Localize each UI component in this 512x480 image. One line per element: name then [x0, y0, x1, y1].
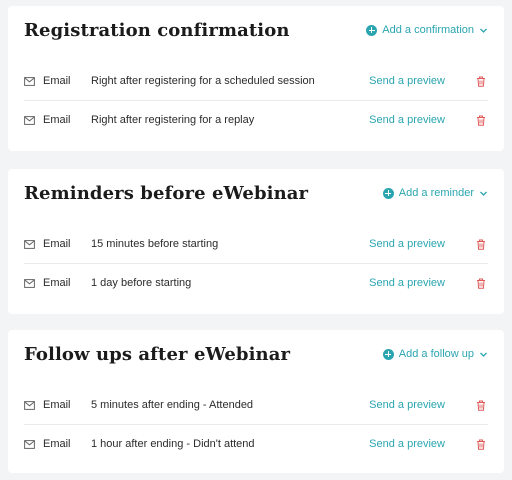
- list-item: Email 15 minutes before starting Send a …: [24, 225, 488, 264]
- add-reminder-label: Add a reminder: [398, 187, 474, 199]
- add-confirmation-button[interactable]: Add a confirmation: [366, 24, 488, 36]
- trash-icon[interactable]: [476, 76, 486, 87]
- list-item: Email Right after registering for a repl…: [24, 101, 488, 139]
- send-preview-link[interactable]: Send a preview: [369, 399, 445, 411]
- list-item: Email 5 minutes after ending - Attended …: [24, 386, 488, 425]
- trash-icon[interactable]: [476, 115, 486, 126]
- chevron-down-icon: [479, 26, 488, 35]
- add-follow-up-label: Add a follow up: [398, 348, 474, 360]
- channel-label: Email: [43, 75, 71, 87]
- mail-icon: [24, 278, 35, 288]
- follow-ups-card: Follow ups after eWebinar Add a follow u…: [8, 330, 504, 473]
- send-preview-link[interactable]: Send a preview: [369, 75, 445, 87]
- add-reminder-button[interactable]: Add a reminder: [382, 187, 488, 199]
- list-item: Email 1 day before starting Send a previ…: [24, 264, 488, 302]
- channel-label: Email: [43, 277, 71, 289]
- send-preview-link[interactable]: Send a preview: [369, 277, 445, 289]
- add-confirmation-label: Add a confirmation: [382, 24, 474, 36]
- plus-circle-icon: [382, 187, 394, 199]
- chevron-down-icon: [479, 350, 488, 359]
- plus-circle-icon: [366, 24, 378, 36]
- channel-label: Email: [43, 399, 71, 411]
- trash-icon[interactable]: [476, 439, 486, 450]
- channel-label: Email: [43, 438, 71, 450]
- section-title: Follow ups after eWebinar: [24, 344, 291, 365]
- section-title: Reminders before eWebinar: [24, 183, 309, 204]
- add-follow-up-button[interactable]: Add a follow up: [382, 348, 488, 360]
- mail-icon: [24, 400, 35, 410]
- trash-icon[interactable]: [476, 239, 486, 250]
- channel-label: Email: [43, 238, 71, 250]
- mail-icon: [24, 115, 35, 125]
- trash-icon[interactable]: [476, 278, 486, 289]
- trash-icon[interactable]: [476, 400, 486, 411]
- mail-icon: [24, 239, 35, 249]
- send-preview-link[interactable]: Send a preview: [369, 114, 445, 126]
- registration-confirmation-card: Registration confirmation Add a confirma…: [8, 6, 504, 151]
- channel-label: Email: [43, 114, 71, 126]
- mail-icon: [24, 439, 35, 449]
- send-preview-link[interactable]: Send a preview: [369, 238, 445, 250]
- plus-circle-icon: [382, 348, 394, 360]
- chevron-down-icon: [479, 189, 488, 198]
- section-title: Registration confirmation: [24, 20, 290, 41]
- send-preview-link[interactable]: Send a preview: [369, 438, 445, 450]
- list-item: Email 1 hour after ending - Didn't atten…: [24, 425, 488, 463]
- reminders-card: Reminders before eWebinar Add a reminder…: [8, 169, 504, 314]
- list-item: Email Right after registering for a sche…: [24, 62, 488, 101]
- mail-icon: [24, 76, 35, 86]
